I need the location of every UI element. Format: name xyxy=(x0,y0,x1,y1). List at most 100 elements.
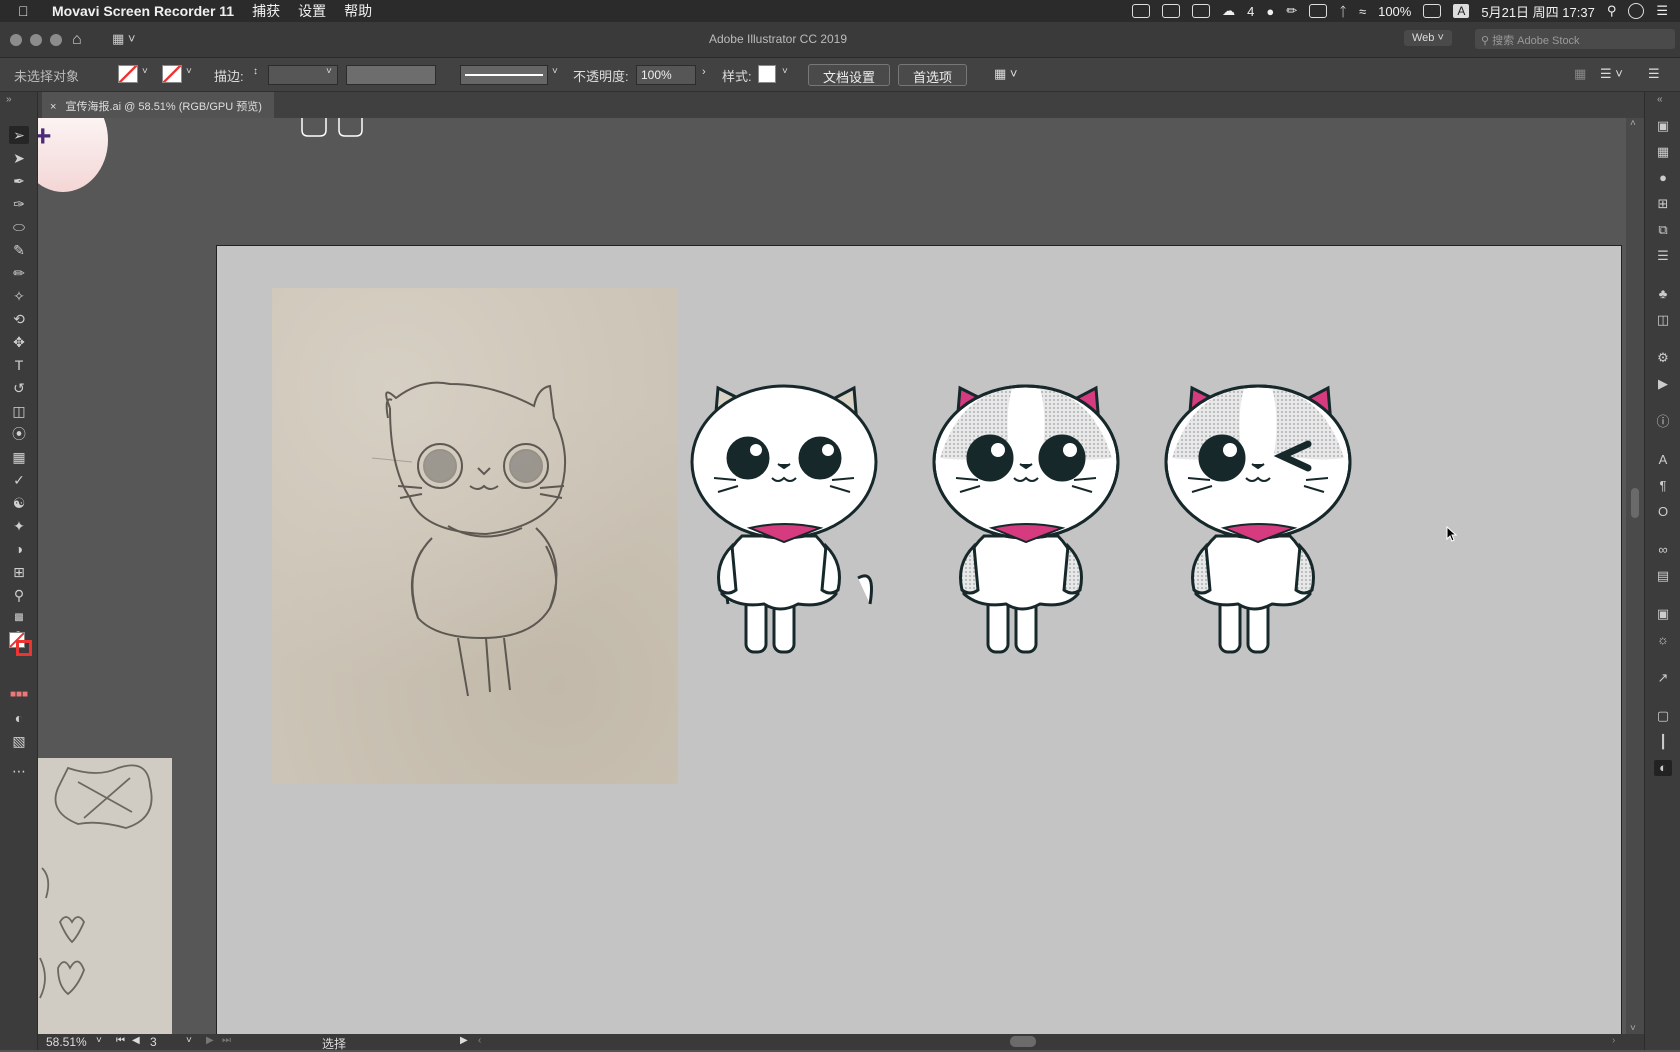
document-tab[interactable]: × 宣传海报.ai @ 58.51% (RGB/GPU 预览) xyxy=(42,92,274,118)
previous-artboard-icon[interactable]: ◀ xyxy=(132,1035,140,1046)
stroke-swatch[interactable] xyxy=(162,65,182,83)
gradient-icon[interactable]: ▢ xyxy=(1654,708,1672,724)
transform-icon[interactable]: ▦ xyxy=(1574,66,1586,82)
graphic-styles-icon[interactable]: ⚙ xyxy=(1654,350,1672,366)
adobe-stock-search[interactable]: ⚲ 搜索 Adobe Stock xyxy=(1475,29,1675,49)
app-name-menu[interactable]: Movavi Screen Recorder 11 xyxy=(52,3,234,19)
fill-swatch[interactable] xyxy=(118,65,138,83)
eraser-tool-icon[interactable]: ◫ xyxy=(9,402,29,420)
style-dropdown-icon[interactable]: ˅ xyxy=(782,66,788,77)
scroll-left-icon[interactable]: ‹ xyxy=(478,1035,481,1046)
menu-help[interactable]: 帮助 xyxy=(344,1,372,21)
scroll-down-icon[interactable]: ˅ xyxy=(1630,1023,1636,1034)
cat-plain[interactable] xyxy=(690,384,878,654)
next-artboard-icon[interactable]: ▶ xyxy=(206,1035,214,1046)
vertical-scrollbar[interactable]: ˄ ˅ xyxy=(1626,118,1644,1034)
wechat-icon[interactable]: ☁ xyxy=(1222,3,1235,19)
drawing-mode-icon[interactable]: ◐ xyxy=(9,709,29,727)
transform-panel-icon[interactable]: ⊞ xyxy=(1654,196,1672,212)
offboard-pink-object[interactable]: + xyxy=(38,118,108,192)
align-icon[interactable]: ☰ ˅ xyxy=(1600,66,1623,82)
arrange-documents-icon[interactable]: ▦ ˅ xyxy=(994,66,1018,82)
collapse-panel-icon[interactable]: » xyxy=(6,94,12,105)
wifi-icon[interactable]: ≈ xyxy=(1359,4,1366,19)
opacity-arrow-icon[interactable]: › xyxy=(702,66,706,78)
ellipse-tool-icon[interactable]: ⬭ xyxy=(9,218,29,236)
offboard-hook-shapes[interactable] xyxy=(294,118,374,138)
zoom-tool-icon[interactable]: ⚲ xyxy=(9,586,29,604)
scroll-up-icon[interactable]: ˄ xyxy=(1630,118,1636,129)
brush-dropdown-icon[interactable]: ˅ xyxy=(552,66,558,77)
layers-icon[interactable]: ☰ xyxy=(1654,248,1672,264)
input-method-icon[interactable]: A xyxy=(1453,4,1470,18)
opacity-field[interactable]: 100% xyxy=(636,65,696,85)
lasso-tool-icon[interactable]: ⦿ xyxy=(9,425,29,443)
workspace-switcher[interactable]: Web ˅ xyxy=(1404,30,1452,46)
vector-cat-characters[interactable] xyxy=(658,358,1358,678)
qq-icon[interactable]: ● xyxy=(1266,4,1274,19)
first-artboard-icon[interactable]: ⏮ xyxy=(116,1035,125,1046)
stroke-weight-dropdown-icon[interactable]: ˅ xyxy=(326,66,332,77)
scroll-right-icon[interactable]: › xyxy=(1612,1035,1615,1046)
apple-menu-icon[interactable]:  xyxy=(18,3,38,19)
panel-menu-icon[interactable]: ☰ xyxy=(1648,66,1660,82)
clock[interactable]: 5月21日 周四 17:37 xyxy=(1481,2,1594,21)
zoom-level[interactable]: 58.51% xyxy=(46,1035,87,1049)
last-artboard-icon[interactable]: ⏭ xyxy=(222,1035,231,1046)
brush-definition[interactable] xyxy=(460,65,548,85)
document-info-icon[interactable]: ▤ xyxy=(1654,568,1672,584)
twirl-tool-icon[interactable]: ⟲ xyxy=(9,310,29,328)
fill-stroke-indicator[interactable] xyxy=(9,632,32,662)
align-panel-icon[interactable]: ┃ xyxy=(1654,734,1672,750)
battery-icon[interactable] xyxy=(1423,4,1442,18)
eyedropper-tool-icon[interactable]: ✓ xyxy=(9,471,29,489)
links-icon[interactable]: ∞ xyxy=(1654,542,1672,558)
variable-width-profile[interactable] xyxy=(346,65,436,85)
menu-capture[interactable]: 捕获 xyxy=(252,1,280,21)
blob-brush-tool-icon[interactable]: ✥ xyxy=(9,333,29,351)
stack-icon[interactable] xyxy=(1309,4,1328,18)
sketch-photo[interactable] xyxy=(272,288,678,784)
fill-dropdown-icon[interactable]: ˅ xyxy=(142,66,148,77)
stroke-indicator[interactable] xyxy=(16,640,32,656)
stroke-dropdown-icon[interactable]: ˅ xyxy=(186,66,192,77)
selection-tool-icon[interactable]: ➢ xyxy=(9,126,29,144)
crop-tool-icon[interactable]: ⊞ xyxy=(9,563,29,581)
curvature-tool-icon[interactable]: ✑ xyxy=(9,195,29,213)
word-icon[interactable] xyxy=(1162,4,1181,18)
shape-builder-tool-icon[interactable]: ◑ xyxy=(9,540,29,558)
appearance-icon[interactable]: ☼ xyxy=(1654,632,1672,648)
siri-icon[interactable] xyxy=(1628,3,1645,19)
artboard-tool-icon[interactable]: ▦ xyxy=(9,448,29,466)
pen-tool-icon[interactable]: ✒ xyxy=(9,172,29,190)
spotlight-search-icon[interactable]: ⚲ xyxy=(1607,3,1617,19)
character-icon[interactable]: A xyxy=(1654,452,1672,468)
actions-icon[interactable]: ▶ xyxy=(1654,376,1672,392)
cat-spotted[interactable] xyxy=(932,384,1120,654)
direct-selection-tool-icon[interactable]: ➤ xyxy=(9,149,29,167)
pen-icon[interactable]: ✏ xyxy=(1286,3,1297,19)
puppet-warp-tool-icon[interactable]: ✧ xyxy=(9,287,29,305)
swap-fill-stroke-icon[interactable]: ▩ ↷ xyxy=(9,609,29,641)
paragraph-icon[interactable]: ¶ xyxy=(1654,478,1672,494)
libraries-icon[interactable]: ▣ xyxy=(1654,118,1672,134)
opentype-icon[interactable]: O xyxy=(1654,504,1672,520)
more-tools-icon[interactable]: ⋯ xyxy=(9,762,29,780)
horizontal-scroll-thumb[interactable] xyxy=(1010,1036,1036,1047)
type-tool-icon[interactable]: T xyxy=(9,356,29,374)
notification-center-icon[interactable]: ☰ xyxy=(1656,3,1668,19)
screen-mode-icon[interactable]: ▧ xyxy=(9,732,29,750)
magic-wand-tool-icon[interactable]: ✦ xyxy=(9,517,29,535)
document-setup-button[interactable]: 文档设置 xyxy=(808,64,891,86)
artboard-dropdown-icon[interactable]: ˅ xyxy=(186,1035,192,1046)
color-mode-icons[interactable]: ■■■ xyxy=(9,686,29,704)
cat-winking[interactable] xyxy=(1164,384,1352,654)
contacts-icon[interactable] xyxy=(1192,4,1211,18)
color-panel-icon[interactable]: ◐ xyxy=(1654,760,1672,776)
info-icon[interactable]: ⓘ xyxy=(1654,414,1672,430)
asset-export-icon[interactable]: ◫ xyxy=(1654,312,1672,328)
symbols-icon[interactable]: ♣ xyxy=(1654,286,1672,302)
color-themes-icon[interactable]: ● xyxy=(1654,170,1672,186)
rotate-tool-icon[interactable]: ↺ xyxy=(9,379,29,397)
close-tab-icon[interactable]: × xyxy=(50,101,56,113)
